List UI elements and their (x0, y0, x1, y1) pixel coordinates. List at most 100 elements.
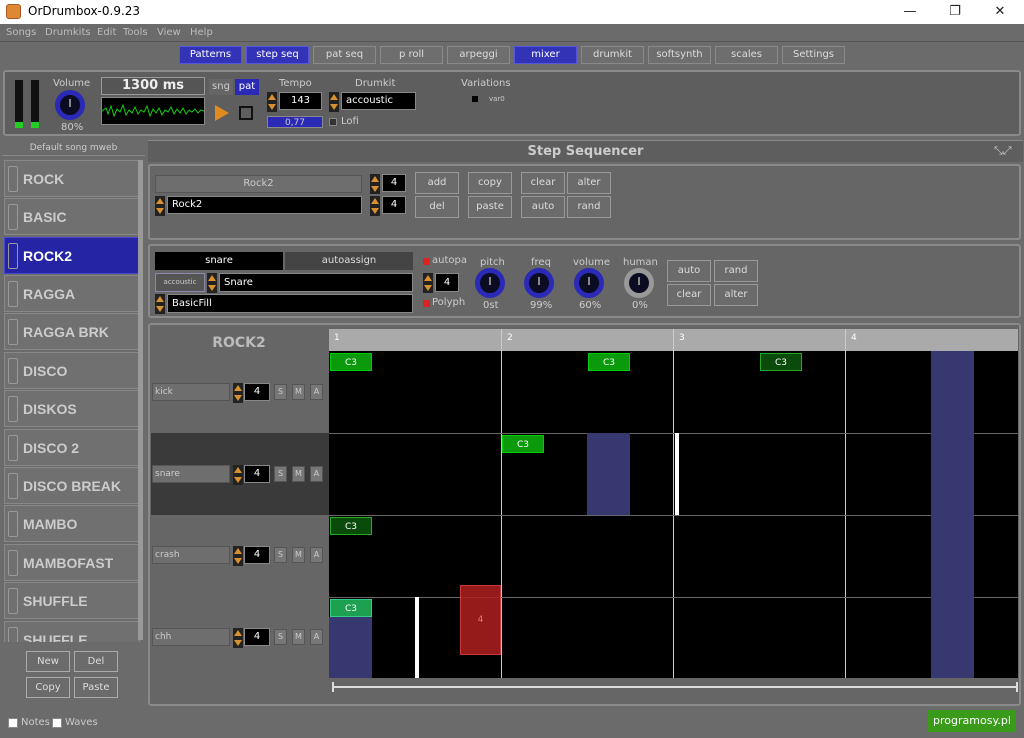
auto-track-button[interactable]: A (310, 547, 323, 563)
beats-spinner[interactable] (370, 196, 380, 216)
tab-drumkit[interactable]: drumkit (581, 46, 644, 64)
copy-button[interactable]: Copy (26, 677, 70, 698)
step-grid[interactable]: 1 2 3 4 4 C3 C3 C3 C3 C3 C3 (329, 329, 1018, 678)
human-knob[interactable] (624, 268, 654, 298)
drumkit-value[interactable]: accoustic (341, 92, 416, 110)
song-list-scrollbar[interactable] (138, 160, 143, 640)
song-item[interactable]: SHUFFLE (4, 582, 140, 619)
instrument-volume-knob[interactable] (574, 268, 604, 298)
instrument-auto-button[interactable]: auto (667, 260, 711, 282)
notes-checkbox[interactable] (8, 718, 18, 728)
new-button[interactable]: New (26, 651, 70, 672)
stop-icon[interactable] (239, 106, 253, 120)
tab-pat-seq[interactable]: pat seq (313, 46, 376, 64)
autoassign-button[interactable]: autoassign (285, 252, 413, 270)
del-button[interactable]: Del (74, 651, 118, 672)
track-name-kick[interactable]: kick (152, 383, 230, 401)
play-icon[interactable] (215, 105, 229, 121)
pattern-mode-button[interactable]: pat (235, 79, 259, 95)
auto-button[interactable]: auto (521, 196, 565, 218)
tempo-value[interactable]: 143 (279, 92, 322, 110)
solo-button[interactable]: S (274, 547, 287, 563)
solo-button[interactable]: S (274, 384, 287, 400)
copy-pattern-button[interactable]: copy (468, 172, 512, 194)
snare-value[interactable]: 4 (244, 465, 270, 483)
auto-track-button[interactable]: A (310, 466, 323, 482)
song-item[interactable]: RAGGA BRK (4, 313, 140, 350)
note-block[interactable]: C3 (330, 353, 372, 371)
note-block[interactable]: C3 (588, 353, 630, 371)
song-item[interactable]: SHUFFLE BREAK (4, 621, 140, 642)
tab-settings[interactable]: Settings (782, 46, 845, 64)
instrument-alter-button[interactable]: alter (714, 284, 758, 306)
note-block[interactable]: C3 (330, 517, 372, 535)
note-block[interactable]: C3 (502, 435, 544, 453)
maximize-button[interactable]: ❐ (940, 2, 970, 22)
fill-name[interactable]: BasicFill (167, 294, 413, 313)
tab-arpeggi[interactable]: arpeggi (447, 46, 510, 64)
mute-button[interactable]: M (292, 384, 305, 400)
song-item[interactable]: DISKOS (4, 390, 140, 427)
instrument-clear-button[interactable]: clear (667, 284, 711, 306)
steps-spinner[interactable] (370, 174, 380, 194)
crash-spinner[interactable] (233, 546, 243, 566)
grid-scrollbar[interactable] (332, 682, 1018, 692)
minimize-button[interactable]: — (895, 2, 925, 22)
solo-button[interactable]: S (274, 466, 287, 482)
song-item[interactable]: DISCO BREAK (4, 467, 140, 504)
poly-spinner[interactable] (423, 273, 433, 293)
sound-name[interactable]: Snare (219, 273, 413, 292)
kit-button[interactable]: accoustic (155, 273, 205, 292)
tab-patterns[interactable]: Patterns (179, 46, 242, 64)
beats-value[interactable]: 4 (382, 196, 406, 214)
kick-value[interactable]: 4 (244, 383, 270, 401)
crash-value[interactable]: 4 (244, 546, 270, 564)
brand-badge[interactable]: programosy.pl (928, 710, 1016, 732)
pitch-knob[interactable] (475, 268, 505, 298)
solo-button[interactable]: S (274, 629, 287, 645)
instrument-rand-button[interactable]: rand (714, 260, 758, 282)
instrument-name[interactable]: snare (155, 252, 283, 270)
track-name-snare[interactable]: snare (152, 465, 230, 483)
song-item[interactable]: ROCK2 (4, 237, 140, 274)
steps-value[interactable]: 4 (382, 174, 406, 192)
autopan-led[interactable] (423, 258, 430, 265)
paste-pattern-button[interactable]: paste (468, 196, 512, 218)
tab-softsynth[interactable]: softsynth (648, 46, 711, 64)
volume-knob[interactable] (55, 90, 85, 120)
paste-button[interactable]: Paste (74, 677, 118, 698)
poly-value[interactable]: 4 (435, 273, 459, 292)
auto-track-button[interactable]: A (310, 384, 323, 400)
song-item[interactable]: BASIC (4, 198, 140, 235)
polyph-led[interactable] (423, 300, 430, 307)
pattern-spinner[interactable] (155, 196, 165, 216)
tab-mixer[interactable]: mixer (514, 46, 577, 64)
pattern-name[interactable]: Rock2 (167, 196, 362, 214)
song-item[interactable]: RAGGA (4, 275, 140, 312)
auto-track-button[interactable]: A (310, 629, 323, 645)
lofi-checkbox[interactable] (329, 118, 337, 126)
menu-songs[interactable]: Songs (6, 27, 36, 38)
note-block[interactable]: C3 (760, 353, 802, 371)
tab-p-roll[interactable]: p roll (380, 46, 443, 64)
note-block[interactable]: C3 (330, 599, 372, 617)
tempo-spinner[interactable] (267, 92, 277, 112)
song-item[interactable]: DISCO 2 (4, 429, 140, 466)
variation-led[interactable] (472, 96, 478, 102)
del-pattern-button[interactable]: del (415, 196, 459, 218)
mute-button[interactable]: M (292, 466, 305, 482)
add-button[interactable]: add (415, 172, 459, 194)
alter-button[interactable]: alter (567, 172, 611, 194)
mute-button[interactable]: M (292, 547, 305, 563)
freq-knob[interactable] (524, 268, 554, 298)
waves-checkbox[interactable] (52, 718, 62, 728)
track-name-chh[interactable]: chh (152, 628, 230, 646)
menu-drumkits[interactable]: Drumkits (45, 27, 91, 38)
rand-button[interactable]: rand (567, 196, 611, 218)
menu-view[interactable]: View (157, 27, 181, 38)
song-item[interactable]: DISCO (4, 352, 140, 389)
chh-value[interactable]: 4 (244, 628, 270, 646)
snare-spinner[interactable] (233, 465, 243, 485)
song-mode-button[interactable]: sng (209, 79, 233, 95)
close-button[interactable]: ✕ (985, 2, 1015, 22)
